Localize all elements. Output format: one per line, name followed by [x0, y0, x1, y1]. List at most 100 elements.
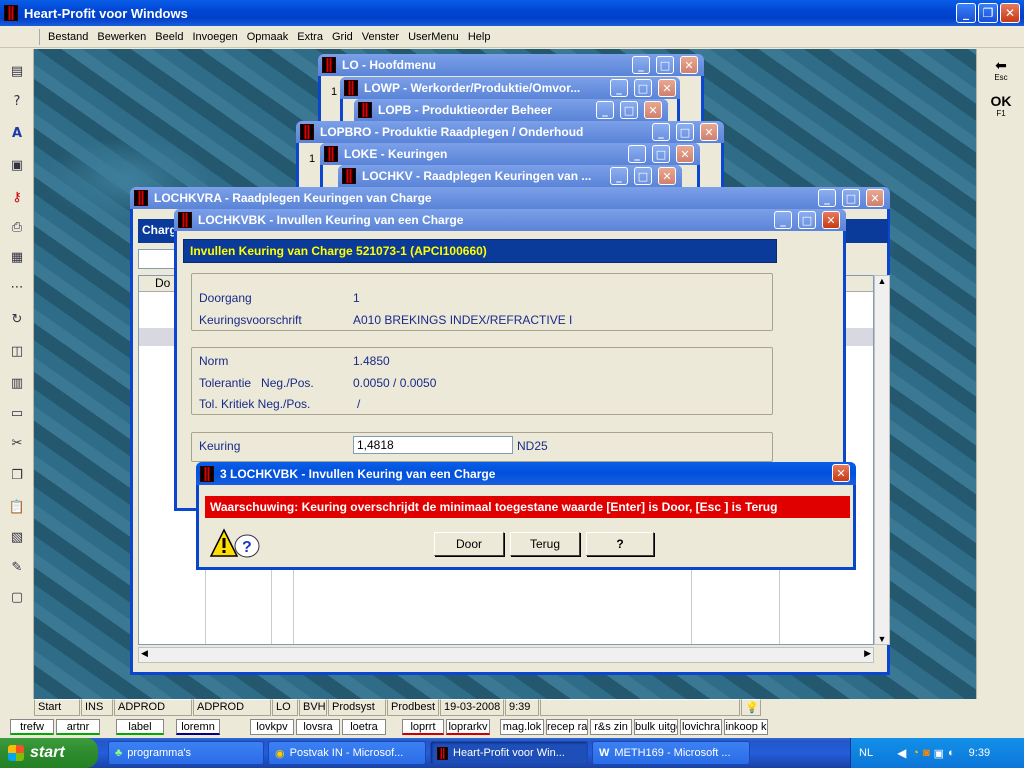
minimize-button[interactable]: _ — [628, 145, 646, 163]
scroll-down-icon[interactable]: ▼ — [875, 634, 889, 644]
keuring-input[interactable]: 1,4818 — [353, 436, 513, 454]
maximize-button[interactable]: □ — [656, 56, 674, 74]
antivirus-icon[interactable]: ◙ — [923, 747, 930, 759]
language-indicator[interactable]: NL — [859, 747, 873, 759]
close-button[interactable]: ✕ — [680, 56, 698, 74]
terug-button[interactable]: Terug — [510, 532, 580, 556]
window-icon[interactable]: ◫ — [8, 343, 26, 361]
shortcut-inkoop-k[interactable]: inkoop k — [724, 719, 768, 735]
minimize-button[interactable]: _ — [596, 101, 614, 119]
paste-icon[interactable]: 📋 — [8, 499, 26, 517]
close-button[interactable]: ✕ — [676, 145, 694, 163]
menu-bestand[interactable]: Bestand — [48, 31, 88, 43]
minimize-button[interactable]: _ — [610, 79, 628, 97]
close-button[interactable]: ✕ — [700, 123, 718, 141]
dialog-close-button[interactable]: ✕ — [832, 464, 850, 482]
maximize-button[interactable]: □ — [676, 123, 694, 141]
close-button[interactable]: ✕ — [1000, 3, 1020, 23]
paste-special-icon[interactable]: ▧ — [8, 529, 26, 547]
copy-icon[interactable]: ❐ — [8, 467, 26, 485]
column-header[interactable]: Do — [155, 276, 170, 290]
maximize-button[interactable]: □ — [798, 211, 816, 229]
shortcut-trefw[interactable]: trefw — [10, 719, 54, 735]
norm-label: Norm — [199, 354, 229, 368]
key-icon[interactable]: ⚷ — [8, 189, 26, 207]
maximize-button[interactable]: □ — [634, 167, 652, 185]
maximize-button[interactable]: □ — [620, 101, 638, 119]
vertical-scrollbar[interactable]: ▲ ▼ — [874, 275, 890, 645]
shortcut-mag-lok[interactable]: mag.lok — [500, 719, 544, 735]
shortcut-loremn[interactable]: loremn — [176, 719, 220, 735]
help-icon[interactable]: ? — [8, 93, 26, 111]
shortcut-bulk-uitge[interactable]: bulk uitge — [634, 719, 678, 735]
minimize-button[interactable]: _ — [652, 123, 670, 141]
esc-button[interactable]: ⬅ Esc — [985, 59, 1017, 91]
edit-icon[interactable]: ✎ — [8, 559, 26, 577]
print-icon[interactable]: ⎙ — [8, 219, 26, 237]
volume-icon[interactable]: ◐ — [948, 747, 955, 759]
help-button[interactable]: ? — [586, 532, 654, 556]
shortcut-rs-zin[interactable]: r&s zin — [590, 719, 632, 735]
image-icon[interactable]: ▣ — [8, 157, 26, 175]
close-button[interactable]: ✕ — [658, 79, 676, 97]
shortcut-loprarkv[interactable]: loprarkv — [446, 719, 490, 735]
door-button[interactable]: Door — [434, 532, 504, 556]
shortcut-lovkpv[interactable]: lovkpv — [250, 719, 294, 735]
menu-opmaak[interactable]: Opmaak — [247, 31, 289, 43]
menu-beeld[interactable]: Beeld — [155, 31, 183, 43]
minimize-button[interactable]: _ — [632, 56, 650, 74]
menu-bewerken[interactable]: Bewerken — [97, 31, 146, 43]
ok-button[interactable]: OK F1 — [985, 93, 1017, 125]
horizontal-scrollbar[interactable]: ◀ ▶ — [138, 647, 874, 663]
minimize-button[interactable]: _ — [774, 211, 792, 229]
task-postvak[interactable]: ◉ Postvak IN - Microsof... — [268, 741, 426, 765]
clock: 9:39 — [968, 747, 991, 759]
window-titlebar: LO - Hoofdmenu _ □ ✕ — [318, 54, 704, 76]
cut-icon[interactable]: ✂ — [8, 435, 26, 453]
shortcut-lovsra[interactable]: lovsra — [296, 719, 340, 735]
menu-venster[interactable]: Venster — [362, 31, 399, 43]
menu-help[interactable]: Help — [468, 31, 491, 43]
dots-icon[interactable]: ⋯ — [8, 279, 26, 297]
close-button[interactable]: ✕ — [658, 167, 676, 185]
shortcut-artnr[interactable]: artnr — [56, 719, 100, 735]
task-heart-profit[interactable]: Heart-Profit voor Win... — [430, 741, 588, 765]
chart-icon[interactable]: ▥ — [8, 375, 26, 393]
close-button[interactable]: ✕ — [822, 211, 840, 229]
task-programmas[interactable]: ♣ programma's — [108, 741, 264, 765]
tray-arrow-icon[interactable]: ◀ — [897, 746, 906, 760]
shortcut-label[interactable]: label — [116, 719, 164, 735]
scroll-right-icon[interactable]: ▶ — [864, 648, 871, 659]
form-icon[interactable]: ▦ — [8, 249, 26, 267]
task-meth169[interactable]: W METH169 - Microsoft ... — [592, 741, 750, 765]
close-button[interactable]: ✕ — [644, 101, 662, 119]
menu-grid[interactable]: Grid — [332, 31, 353, 43]
menu-invoegen[interactable]: Invoegen — [192, 31, 237, 43]
maximize-button[interactable]: □ — [634, 79, 652, 97]
close-button[interactable]: ✕ — [866, 189, 884, 207]
back-arrow-icon: ⬅ — [995, 58, 1007, 74]
screen-icon[interactable]: ▤ — [8, 63, 26, 81]
clock-tray-icon[interactable]: ◔ — [912, 747, 919, 759]
maximize-button[interactable]: □ — [652, 145, 670, 163]
scroll-up-icon[interactable]: ▲ — [875, 276, 889, 286]
minimize-button[interactable]: _ — [610, 167, 628, 185]
text-delete-icon[interactable]: A — [8, 125, 26, 143]
scroll-left-icon[interactable]: ◀ — [141, 648, 148, 659]
shortcut-lovichra[interactable]: lovichra — [680, 719, 722, 735]
network-icon[interactable]: ▣ — [934, 747, 944, 760]
shortcut-loetra[interactable]: loetra — [342, 719, 386, 735]
maximize-button[interactable]: □ — [842, 189, 860, 207]
restore-button[interactable]: ❐ — [978, 3, 998, 23]
monitor-icon[interactable]: ▢ — [8, 589, 26, 607]
menu-usermenu[interactable]: UserMenu — [408, 31, 459, 43]
start-button[interactable]: start — [0, 738, 98, 768]
shortcut-recep-ra[interactable]: recep ra — [546, 719, 588, 735]
form-header-text: Invullen Keuring van Charge 521073-1 (AP… — [190, 244, 487, 258]
minimize-button[interactable]: _ — [818, 189, 836, 207]
minimize-button[interactable]: _ — [956, 3, 976, 23]
menu-extra[interactable]: Extra — [297, 31, 323, 43]
refresh-icon[interactable]: ↻ — [8, 311, 26, 329]
panel-icon[interactable]: ▭ — [8, 405, 26, 423]
shortcut-loprrt[interactable]: loprrt — [402, 719, 444, 735]
